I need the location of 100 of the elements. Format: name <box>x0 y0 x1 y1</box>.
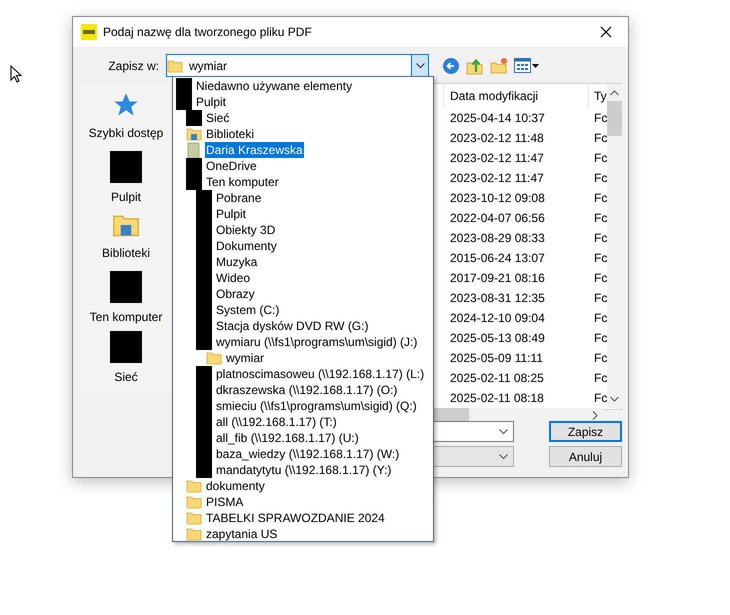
dropdown-item[interactable]: platnoscimasoweu (\\192.168.1.17) (L:) <box>215 366 426 382</box>
dropdown-item[interactable]: dkraszewska (\\192.168.1.17) (O:) <box>215 382 398 398</box>
table-cell-text: Fc <box>593 190 608 207</box>
dropdown-item[interactable]: Daria Kraszewska <box>205 142 304 158</box>
redacted-icon <box>196 366 212 382</box>
dropdown-item[interactable]: smieciu (\\fs1\programs\um\sigid) (Q:) <box>215 398 418 414</box>
redacted-icon <box>196 462 212 478</box>
redacted-icon <box>196 334 212 350</box>
table-cell-text: 2022-04-07 06:56 <box>449 210 546 227</box>
dropdown-item[interactable]: OneDrive <box>205 158 258 174</box>
table-cell-text: 2015-06-24 13:07 <box>449 250 546 267</box>
place-item[interactable]: Biblioteki <box>80 211 172 263</box>
table-cell-text: Fc <box>593 130 608 147</box>
table-cell-text: Fc <box>593 350 608 367</box>
redacted-icon <box>186 158 202 174</box>
new-folder-icon[interactable] <box>490 56 508 74</box>
table-cell-text: 2023-08-29 08:33 <box>449 230 546 247</box>
dropdown-item[interactable]: Obiekty 3D <box>215 222 276 238</box>
view-menu-button[interactable] <box>514 58 539 73</box>
folder-icon <box>186 494 202 510</box>
redacted-icon <box>176 78 192 94</box>
table-cell-text: Fc <box>593 150 608 167</box>
place-item[interactable]: Ten komputer <box>80 271 172 323</box>
save-in-label: Zapisz w: <box>107 58 160 74</box>
place-item[interactable]: Sieć <box>80 331 172 383</box>
table-cell-text: Fc <box>593 170 608 187</box>
dialog-button[interactable]: Zapisz <box>549 421 622 442</box>
table-cell-text: 2023-02-12 11:47 <box>449 150 545 167</box>
place-item[interactable]: Pulpit <box>80 151 172 203</box>
dropdown-item[interactable]: zapytania US <box>205 526 278 542</box>
dialog-button[interactable]: Anuluj <box>549 446 622 467</box>
column-header[interactable]: Ty <box>589 84 607 108</box>
table-cell-text: Fc <box>593 210 608 227</box>
place-item[interactable]: Szybki dostęp <box>80 91 172 143</box>
table-cell-text: Fc <box>593 250 608 267</box>
save-in-combo[interactable]: wymiar <box>166 54 429 77</box>
table-cell-text: Fc <box>593 390 608 407</box>
table-cell-text: Fc <box>593 310 608 327</box>
folder-icon <box>186 526 202 542</box>
redacted-icon <box>196 190 212 206</box>
dropdown-item[interactable]: Biblioteki <box>205 126 256 142</box>
redacted-icon <box>110 331 142 363</box>
dropdown-item[interactable]: Pobrane <box>215 190 262 206</box>
chevron-down-icon <box>416 62 424 68</box>
dropdown-item[interactable]: Muzyka <box>215 254 258 270</box>
user-folder-icon <box>186 142 202 158</box>
dropdown-item[interactable]: Niedawno używane elementy <box>195 78 354 94</box>
dropdown-item[interactable]: Stacja dysków DVD RW (G:) <box>215 318 370 334</box>
dropdown-item[interactable]: all_fib (\\192.168.1.17) (U:) <box>215 430 360 446</box>
library-folder-icon <box>186 126 202 142</box>
table-cell-text: 2023-02-12 11:48 <box>449 130 545 147</box>
table-cell-text: 2017-09-21 08:16 <box>449 270 546 287</box>
table-cell-text: 2025-05-09 11:11 <box>449 350 544 367</box>
dropdown-item[interactable]: Pulpit <box>215 206 248 222</box>
dropdown-item[interactable]: Ten komputer <box>205 174 280 190</box>
table-cell-text: Fc <box>593 290 608 307</box>
app-icon <box>81 24 97 40</box>
up-folder-icon[interactable] <box>466 56 484 74</box>
dropdown-item[interactable]: Sieć <box>205 110 230 126</box>
dropdown-item[interactable]: wymiar <box>225 350 265 366</box>
folder-icon <box>167 58 183 74</box>
dropdown-item[interactable]: Pulpit <box>195 94 228 110</box>
dropdown-button[interactable] <box>411 55 428 76</box>
redacted-icon <box>110 151 142 183</box>
table-cell-text: Fc <box>593 230 608 247</box>
redacted-icon <box>186 174 202 190</box>
folder-icon <box>206 350 222 366</box>
dropdown-item[interactable]: dokumenty <box>205 478 266 494</box>
table-cell-text: Fc <box>593 370 608 387</box>
dropdown-item[interactable]: wymiaru (\\fs1\programs\um\sigid) (J:) <box>215 334 418 350</box>
redacted-icon <box>110 271 142 303</box>
dropdown-item[interactable]: PISMA <box>205 494 244 510</box>
dropdown-item[interactable]: Dokumenty <box>215 238 278 254</box>
redacted-icon <box>186 110 202 126</box>
table-cell-text: Fc <box>593 110 608 127</box>
table-cell-text: 2025-02-11 08:25 <box>449 370 545 387</box>
redacted-icon <box>176 94 192 110</box>
dropdown-item[interactable]: Obrazy <box>215 286 256 302</box>
dropdown-item[interactable]: System (C:) <box>215 302 280 318</box>
dropdown-item[interactable]: Wideo <box>215 270 252 286</box>
mouse-cursor-icon <box>10 65 22 83</box>
dropdown-item[interactable]: all (\\192.168.1.17) (T:) <box>215 414 338 430</box>
table-cell-text: 2023-02-12 11:47 <box>449 170 545 187</box>
save-in-value: wymiar <box>189 58 227 74</box>
chevron-down-icon <box>499 428 508 434</box>
close-icon <box>600 26 612 38</box>
dropdown-item[interactable]: TABELKI SPRAWOZDANIE 2024 <box>205 510 386 526</box>
table-cell-text: 2025-04-14 10:37 <box>449 110 546 127</box>
table-cell-text: Fc <box>593 330 608 347</box>
back-icon[interactable] <box>442 56 460 74</box>
table-cell-text: 2024-12-10 09:04 <box>449 310 546 327</box>
table-cell-text: 2025-02-11 08:18 <box>449 390 545 407</box>
dropdown-item[interactable]: baza_wiedzy (\\192.168.1.17) (W:) <box>215 446 400 462</box>
caret-icon <box>532 64 539 68</box>
scrollbar-thumb[interactable] <box>607 101 622 136</box>
column-header[interactable]: Data modyfikacji <box>444 84 589 108</box>
dropdown-item[interactable]: mandatytytu (\\192.168.1.17) (Y:) <box>215 462 392 478</box>
table-cell-text: Fc <box>593 270 608 287</box>
table-cell-text: 2023-10-12 09:08 <box>449 190 546 207</box>
table-cell-text: 2023-08-31 12:35 <box>449 290 546 307</box>
